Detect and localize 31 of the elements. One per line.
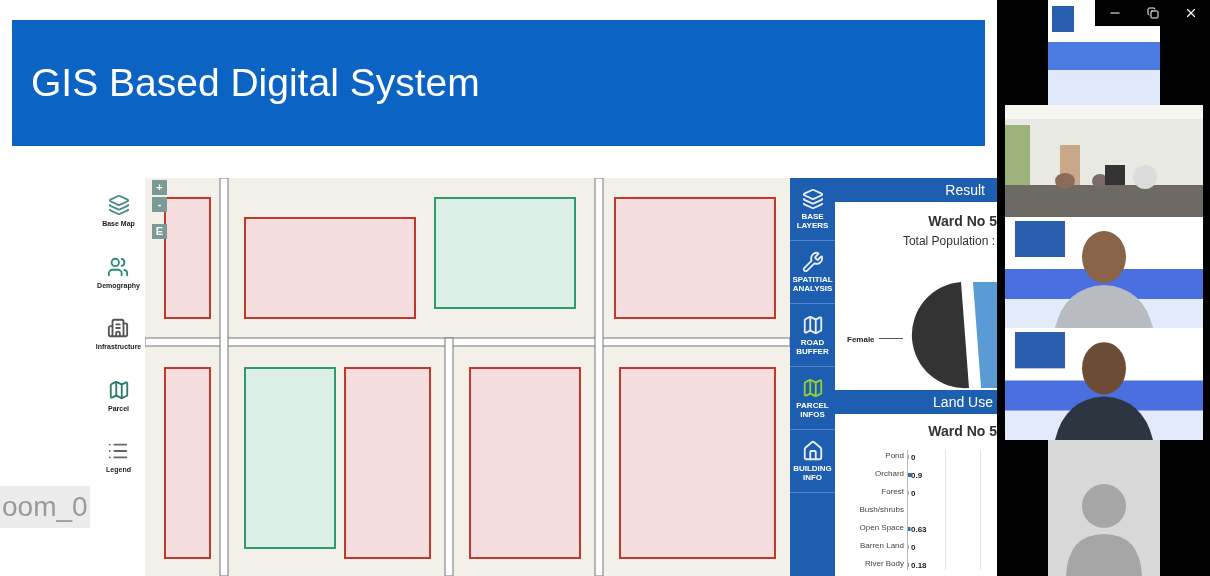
- value-label: 0: [911, 488, 916, 500]
- value-label: 0.63: [911, 524, 927, 536]
- layers-icon: [107, 194, 130, 216]
- value-label: 0.9: [911, 470, 923, 482]
- axis-label: Bush/shrubs: [859, 504, 904, 516]
- people-icon: [107, 255, 130, 278]
- axis-label: Barren Land: [859, 540, 904, 552]
- pie-label: Female: [847, 334, 875, 346]
- bar: [908, 473, 912, 477]
- land-use-header: Land Use: [835, 390, 997, 414]
- participant-name: oom_0: [0, 486, 90, 528]
- axis-label: Open Space: [859, 522, 904, 534]
- total-population-label: Total Population :: [902, 233, 995, 250]
- axis-label: Pond: [885, 450, 904, 462]
- house-icon: [801, 440, 824, 462]
- value-label: 0: [911, 542, 916, 554]
- ward-title: Ward No 5: [927, 422, 997, 441]
- value-label: 0.18: [911, 560, 927, 572]
- axis-label: River Body: [864, 558, 904, 570]
- building-icon: [107, 317, 130, 339]
- leader-line: [879, 338, 903, 340]
- slide-title: GIS Based Digital System: [31, 59, 480, 106]
- value-label: 0: [911, 452, 916, 464]
- ward-title: Ward No 5: [927, 212, 997, 231]
- axis-label: Orchard: [875, 468, 904, 480]
- axis-label: Forest: [881, 486, 904, 498]
- map-icon: [107, 378, 130, 401]
- map-icon: [801, 377, 824, 399]
- result-header: Result: [835, 178, 997, 202]
- wrench-icon: [801, 251, 824, 273]
- layers-icon: [801, 188, 824, 210]
